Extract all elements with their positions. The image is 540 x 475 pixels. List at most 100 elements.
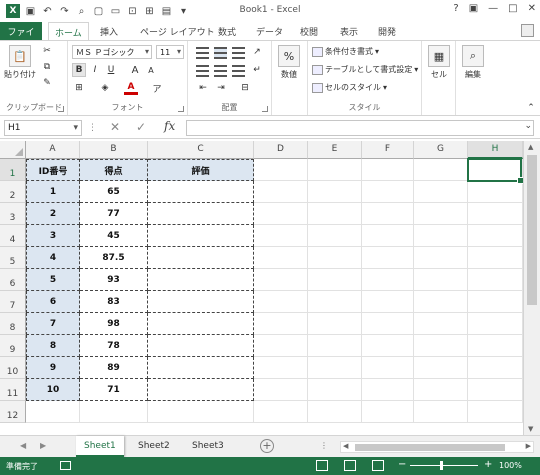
zoom-in-icon[interactable]: + [484, 459, 492, 470]
cell-a7[interactable]: 6 [26, 291, 80, 313]
column-header-a[interactable]: A [26, 141, 80, 159]
cell-h6[interactable] [468, 269, 523, 291]
paste-button[interactable]: 📋 貼り付け [4, 45, 36, 80]
row-header-12[interactable]: 12 [0, 401, 26, 423]
cell-e1[interactable] [308, 159, 362, 181]
align-top-icon[interactable] [196, 47, 209, 59]
tab-file[interactable]: ファイル [0, 22, 42, 51]
cell-b10[interactable]: 89 [80, 357, 148, 379]
next-sheet-icon[interactable]: ▶ [40, 441, 46, 450]
cell-a10[interactable]: 9 [26, 357, 80, 379]
row-header-2[interactable]: 2 [0, 181, 26, 203]
cell-c11[interactable] [148, 379, 254, 401]
cell-e11[interactable] [308, 379, 362, 401]
worksheet-grid[interactable]: A B C D E F G H 1 2 3 4 5 6 7 8 9 10 11 … [0, 141, 523, 435]
cell-h8[interactable] [468, 313, 523, 335]
tab-split-grip-icon[interactable]: ⋮ [320, 441, 328, 450]
cell-styles-button[interactable]: セルのスタイル ▾ [312, 82, 387, 93]
cell-g12[interactable] [414, 401, 468, 423]
cell-f8[interactable] [362, 313, 414, 335]
copy-icon[interactable]: ⧉ [40, 60, 54, 74]
cell-g7[interactable] [414, 291, 468, 313]
cell-h5[interactable] [468, 247, 523, 269]
ribbon-display-icon[interactable]: ▣ [469, 3, 478, 14]
row-header-3[interactable]: 3 [0, 203, 26, 225]
cell-h2[interactable] [468, 181, 523, 203]
cell-b11[interactable]: 71 [80, 379, 148, 401]
phonetic-icon[interactable]: ア [150, 81, 164, 95]
cell-e2[interactable] [308, 181, 362, 203]
cell-b4[interactable]: 45 [80, 225, 148, 247]
cell-g4[interactable] [414, 225, 468, 247]
cell-d2[interactable] [254, 181, 308, 203]
cell-d12[interactable] [254, 401, 308, 423]
cell-h10[interactable] [468, 357, 523, 379]
cell-g9[interactable] [414, 335, 468, 357]
increase-indent-icon[interactable]: ⇥ [214, 81, 228, 95]
conditional-formatting-button[interactable]: 条件付き書式 ▾ [312, 46, 379, 57]
cell-f2[interactable] [362, 181, 414, 203]
vertical-scroll-thumb[interactable] [527, 155, 537, 305]
zoom-level[interactable]: 100% [499, 461, 522, 470]
tab-insert[interactable]: 挿入 [94, 24, 124, 39]
cell-d1[interactable] [254, 159, 308, 181]
wrap-text-icon[interactable]: ↵ [250, 63, 264, 77]
cells-button[interactable]: ▦ セル [428, 45, 450, 80]
align-middle-icon[interactable] [214, 47, 227, 59]
decrease-indent-icon[interactable]: ⇤ [196, 81, 210, 95]
cell-a3[interactable]: 2 [26, 203, 80, 225]
cell-b5[interactable]: 87.5 [80, 247, 148, 269]
cell-c4[interactable] [148, 225, 254, 247]
scroll-right-icon[interactable]: ▶ [526, 442, 531, 450]
cell-a12[interactable] [26, 401, 80, 423]
italic-button[interactable]: I [88, 63, 102, 77]
minimize-icon[interactable]: — [488, 3, 498, 14]
column-header-d[interactable]: D [254, 141, 308, 159]
format-painter-icon[interactable]: ✎ [40, 76, 54, 90]
font-color-icon[interactable]: A [124, 81, 138, 95]
cell-c3[interactable] [148, 203, 254, 225]
insert-function-icon[interactable]: fx [164, 119, 175, 133]
cell-a2[interactable]: 1 [26, 181, 80, 203]
cell-b9[interactable]: 78 [80, 335, 148, 357]
normal-view-icon[interactable] [316, 460, 328, 471]
row-header-8[interactable]: 8 [0, 313, 26, 335]
row-header-11[interactable]: 11 [0, 379, 26, 401]
cell-e12[interactable] [308, 401, 362, 423]
font-name-dropdown[interactable]: ＭＳ Ｐゴシック [72, 45, 152, 59]
cell-d11[interactable] [254, 379, 308, 401]
page-break-view-icon[interactable] [372, 460, 384, 471]
cell-e9[interactable] [308, 335, 362, 357]
cell-c9[interactable] [148, 335, 254, 357]
editing-button[interactable]: ⌕ 編集 [462, 45, 484, 80]
zoom-out-icon[interactable]: − [398, 459, 406, 470]
column-header-f[interactable]: F [362, 141, 414, 159]
cell-b2[interactable]: 65 [80, 181, 148, 203]
sheet-tab-sheet2[interactable]: Sheet2 [130, 436, 178, 457]
row-header-5[interactable]: 5 [0, 247, 26, 269]
macro-record-icon[interactable] [60, 461, 71, 470]
sheet-tab-sheet1[interactable]: Sheet1 [76, 436, 124, 457]
zoom-slider-thumb[interactable] [440, 461, 443, 470]
horizontal-scroll-thumb[interactable] [355, 444, 505, 451]
cell-a1[interactable]: ID番号 [26, 159, 80, 181]
cell-e5[interactable] [308, 247, 362, 269]
tab-review[interactable]: 校閲 [294, 24, 324, 39]
cell-d10[interactable] [254, 357, 308, 379]
horizontal-scrollbar[interactable]: ◀ ▶ [340, 441, 534, 453]
scroll-down-icon[interactable]: ▼ [528, 425, 533, 433]
close-icon[interactable]: ✕ [528, 3, 536, 14]
row-header-7[interactable]: 7 [0, 291, 26, 313]
cell-a9[interactable]: 8 [26, 335, 80, 357]
cell-f3[interactable] [362, 203, 414, 225]
cell-g5[interactable] [414, 247, 468, 269]
cell-f1[interactable] [362, 159, 414, 181]
cell-h9[interactable] [468, 335, 523, 357]
column-header-c[interactable]: C [148, 141, 254, 159]
cell-d3[interactable] [254, 203, 308, 225]
grow-font-button[interactable]: A [128, 63, 142, 77]
cell-b8[interactable]: 98 [80, 313, 148, 335]
format-as-table-button[interactable]: テーブルとして書式設定 ▾ [312, 64, 418, 75]
user-area[interactable] [521, 24, 534, 37]
row-header-4[interactable]: 4 [0, 225, 26, 247]
